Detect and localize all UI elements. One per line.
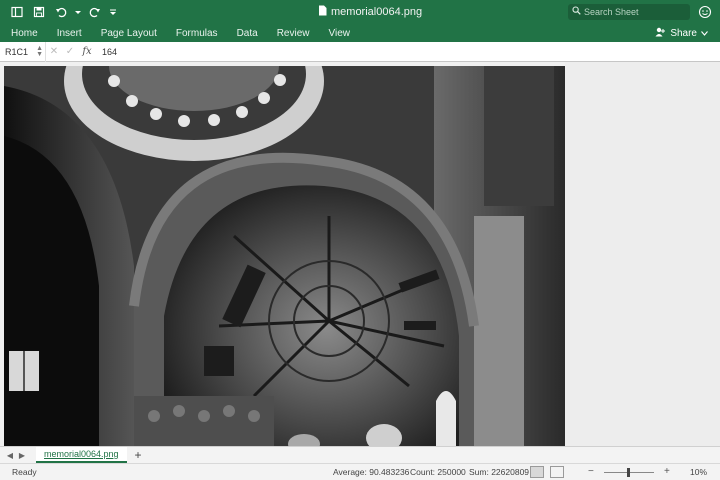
sheet-tabs-bar: ◀ ▶ memorial0064.png + (0, 446, 720, 463)
title-bar: memorial0064.png (0, 0, 720, 24)
undo-dropdown-icon[interactable] (74, 3, 82, 21)
normal-view-icon[interactable] (530, 466, 544, 478)
tab-review[interactable]: Review (266, 28, 318, 39)
chevron-down-icon (701, 28, 708, 39)
search-icon (572, 6, 581, 18)
status-sum: Sum: 22620809 (469, 467, 530, 477)
zoom-in-icon[interactable]: + (664, 466, 670, 477)
add-sheet-icon[interactable]: + (135, 448, 142, 462)
zoom-out-icon[interactable]: − (588, 466, 594, 477)
cancel-icon[interactable]: ✕ (46, 46, 62, 57)
status-bar: Ready Average: 90.483236 Count: 250000 S… (0, 463, 720, 480)
status-ready: Ready (12, 467, 37, 477)
name-box[interactable]: R1C1 ▲ ▼ (0, 41, 46, 62)
previous-sheet-icon[interactable]: ◀ (4, 451, 16, 460)
tab-insert[interactable]: Insert (46, 28, 90, 39)
status-count: Count: 250000 (410, 467, 466, 477)
name-box-stepper-icon[interactable]: ▲ ▼ (36, 45, 43, 58)
zoom-slider-handle[interactable] (627, 468, 630, 477)
share-button[interactable]: Share (655, 24, 708, 42)
ribbon-tabs: Home Insert Page Layout Formulas Data Re… (0, 24, 720, 42)
tab-page-layout[interactable]: Page Layout (90, 28, 165, 39)
quick-access-toolbar (0, 3, 118, 21)
formula-input[interactable]: 164 (96, 47, 117, 57)
zoom-level[interactable]: 10% (690, 467, 707, 477)
sheet-area (0, 62, 720, 446)
insert-function-button[interactable]: fx (78, 46, 96, 57)
tab-home[interactable]: Home (0, 28, 46, 39)
status-average: Average: 90.483236 (333, 467, 410, 477)
page-layout-view-icon[interactable] (550, 466, 564, 478)
sheet-tab[interactable]: memorial0064.png (36, 447, 127, 463)
confirm-icon[interactable]: ✓ (62, 46, 78, 57)
sheet-image[interactable] (4, 66, 565, 446)
document-title-text: memorial0064.png (331, 6, 423, 18)
formula-bar: R1C1 ▲ ▼ ✕ ✓ fx 164 (0, 41, 720, 62)
save-icon[interactable] (30, 3, 48, 21)
search-sheet-box[interactable] (568, 4, 690, 20)
customize-icon[interactable] (108, 3, 118, 21)
document-title: memorial0064.png (318, 0, 422, 24)
file-icon (318, 5, 327, 19)
smiley-icon[interactable] (696, 3, 714, 21)
redo-icon[interactable] (86, 3, 104, 21)
tab-formulas[interactable]: Formulas (165, 28, 226, 39)
person-icon (655, 27, 666, 40)
sidebar-icon[interactable] (8, 3, 26, 21)
share-label: Share (670, 27, 697, 39)
next-sheet-icon[interactable]: ▶ (16, 451, 28, 460)
undo-icon[interactable] (52, 3, 70, 21)
empty-cells-area[interactable] (565, 62, 720, 446)
tab-data[interactable]: Data (226, 28, 266, 39)
cell-reference: R1C1 (5, 46, 29, 57)
excel-window: memorial0064.png Home Insert Page Layout… (0, 0, 720, 480)
tab-view[interactable]: View (317, 28, 358, 39)
search-input[interactable] (584, 7, 684, 17)
